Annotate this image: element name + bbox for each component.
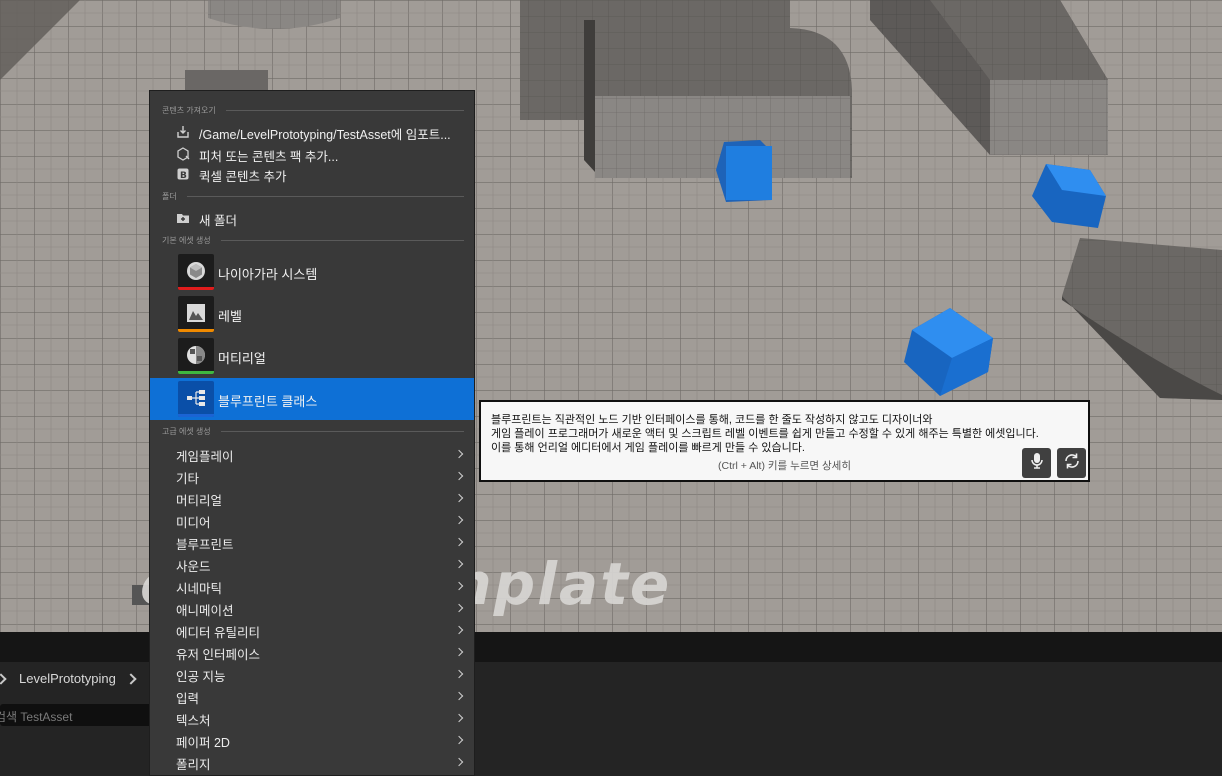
chevron-right-icon[interactable] <box>0 673 7 685</box>
chevron-right-icon <box>454 471 464 481</box>
microphone-icon <box>1029 452 1045 474</box>
chevron-right-icon <box>454 713 464 723</box>
breadcrumb-item-levelprototyping[interactable]: LevelPrototyping <box>19 671 116 686</box>
submenu-paper-2d[interactable]: 페이퍼 2D <box>150 729 474 751</box>
submenu-editor-utility[interactable]: 에디터 유틸리티 <box>150 619 474 641</box>
blueprint-icon <box>186 388 206 408</box>
material-thumbnail <box>178 338 214 374</box>
section-header-folder: 폴더 <box>162 190 464 202</box>
submenu-blueprint[interactable]: 블루프린트 <box>150 531 474 553</box>
asset-item-niagara-system[interactable]: 나이아가라 시스템 <box>150 251 474 293</box>
asset-color-bar <box>178 287 214 290</box>
chevron-right-icon <box>454 647 464 657</box>
asset-color-bar <box>178 414 214 417</box>
section-header-advanced-assets: 고급 에셋 생성 <box>162 425 464 437</box>
material-icon <box>186 345 206 365</box>
new-folder-icon <box>176 211 190 225</box>
blue-cube <box>716 140 772 202</box>
submenu-animation[interactable]: 애니메이션 <box>150 597 474 619</box>
search-input[interactable]: 검색 TestAsset <box>0 704 152 726</box>
section-header-import: 콘텐츠 가져오기 <box>162 104 464 116</box>
submenu-texture[interactable]: 텍스처 <box>150 707 474 729</box>
quixel-icon: B <box>176 167 190 181</box>
blueprint-tooltip: 블루프린트는 직관적인 노드 기반 인터페이스를 통해, 코드를 한 줄도 작성… <box>479 400 1090 482</box>
chevron-right-icon <box>454 493 464 503</box>
submenu-misc[interactable]: 기타 <box>150 465 474 487</box>
level-thumbnail <box>178 296 214 332</box>
add-content-context-menu: 콘텐츠 가져오기 /Game/LevelPrototyping/TestAsse… <box>149 90 475 776</box>
chevron-right-icon <box>454 449 464 459</box>
chevron-right-icon <box>454 603 464 613</box>
submenu-user-interface[interactable]: 유저 인터페이스 <box>150 641 474 663</box>
asset-item-material[interactable]: 머티리얼 <box>150 335 474 377</box>
chevron-right-icon <box>454 669 464 679</box>
blueprint-thumbnail <box>178 381 214 417</box>
feature-pack-icon <box>176 147 190 161</box>
menu-item-new-folder[interactable]: 새 폴더 <box>150 207 474 229</box>
menu-item-add-feature-pack[interactable]: 피처 또는 콘텐츠 팩 추가... <box>150 143 474 165</box>
submenu-gameplay[interactable]: 게임플레이 <box>150 443 474 465</box>
tooltip-hint: (Ctrl + Alt) 키를 누르면 상세히 <box>718 460 851 472</box>
chevron-right-icon <box>454 735 464 745</box>
svg-text:B: B <box>180 171 187 181</box>
chevron-right-icon <box>454 625 464 635</box>
chevron-right-icon <box>454 515 464 525</box>
chevron-right-icon <box>454 757 464 767</box>
refresh-button[interactable] <box>1057 448 1086 478</box>
level-icon <box>186 303 206 323</box>
niagara-icon <box>186 261 206 281</box>
submenu-media[interactable]: 미디어 <box>150 509 474 531</box>
asset-color-bar <box>178 371 214 374</box>
submenu-foliage[interactable]: 폴리지 <box>150 751 474 773</box>
tooltip-line: 이를 통해 언리얼 에디터에서 게임 플레이를 빠르게 만들 수 있습니다. <box>491 442 805 454</box>
chevron-right-icon <box>454 581 464 591</box>
asset-item-level[interactable]: 레벨 <box>150 293 474 335</box>
chevron-right-icon <box>454 537 464 547</box>
menu-item-add-quixel[interactable]: B 퀵셀 콘텐츠 추가 <box>150 163 474 185</box>
microphone-button[interactable] <box>1022 448 1051 478</box>
asset-color-bar <box>178 329 214 332</box>
section-header-basic-assets: 기본 에셋 생성 <box>162 234 464 246</box>
import-icon <box>176 125 190 139</box>
refresh-icon <box>1062 451 1082 475</box>
menu-item-import[interactable]: /Game/LevelPrototyping/TestAsset에 임포트... <box>150 121 474 143</box>
submenu-sound[interactable]: 사운드 <box>150 553 474 575</box>
submenu-input[interactable]: 입력 <box>150 685 474 707</box>
chevron-right-icon[interactable] <box>125 673 137 685</box>
submenu-artificial-intelligence[interactable]: 인공 지능 <box>150 663 474 685</box>
chevron-right-icon <box>454 559 464 569</box>
submenu-cinematic[interactable]: 시네마틱 <box>150 575 474 597</box>
asset-item-blueprint-class[interactable]: 블루프린트 클래스 <box>150 378 474 420</box>
search-placeholder: 검색 TestAsset <box>0 710 73 724</box>
submenu-material[interactable]: 머티리얼 <box>150 487 474 509</box>
niagara-thumbnail <box>178 254 214 290</box>
chevron-right-icon <box>454 691 464 701</box>
